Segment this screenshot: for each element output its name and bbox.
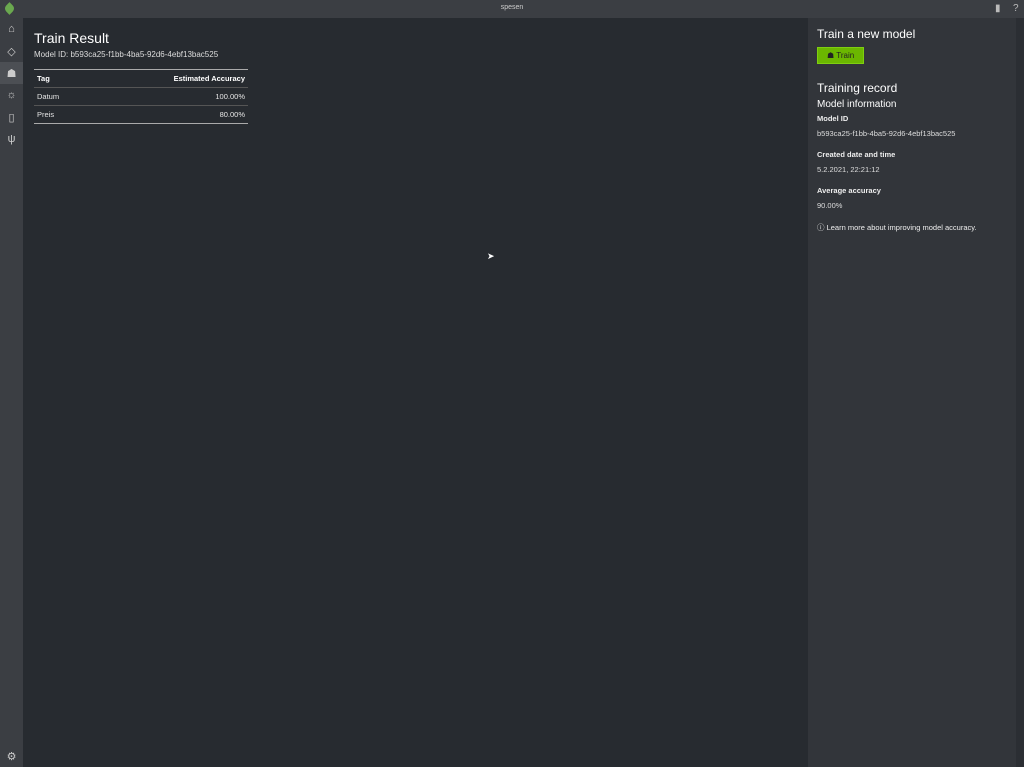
nav-home[interactable]: ⌂ <box>0 18 23 40</box>
home-icon: ⌂ <box>8 23 15 35</box>
model-information-heading: Model information <box>817 99 897 110</box>
model-id-value: b593ca25-f1bb-4ba5-92d6-4ebf13bac525 <box>817 129 956 138</box>
model-id: Model ID: b593ca25-f1bb-4ba5-92d6-4ebf13… <box>34 50 219 59</box>
average-accuracy-value: 90.00% <box>817 201 843 210</box>
window-title: spesen <box>500 4 524 11</box>
train-icon: ☗ <box>827 51 837 60</box>
column-header-accuracy: Estimated Accuracy <box>90 69 248 88</box>
train-button[interactable]: ☗ Train <box>817 47 865 64</box>
train-icon: ☗ <box>6 67 17 80</box>
accuracy-table: Tag Estimated Accuracy Datum 100.00% Preis… <box>34 69 248 124</box>
tag-cell: Preis <box>37 110 55 119</box>
lightbulb-icon: ☼ <box>6 89 17 101</box>
panel-scrollbar[interactable] <box>1016 18 1024 767</box>
title-bar: spesen ▮ ? <box>0 0 1024 18</box>
column-header-tag: Tag <box>34 69 91 88</box>
keyboard-shortcuts-icon[interactable]: ▮ <box>995 3 1001 14</box>
table-row: Datum 100.00% <box>34 87 248 106</box>
table-row: Preis 80.00% <box>34 106 248 124</box>
right-panel: Train a new model ☗ Train Training recor… <box>808 18 1016 767</box>
learn-more-link[interactable]: ⓘ Learn more about improving model accur… <box>817 222 1007 233</box>
train-new-model-heading: Train a new model <box>817 27 916 41</box>
nav-settings[interactable]: ⚙ <box>0 745 23 767</box>
plug-icon: ψ <box>7 133 16 145</box>
created-value: 5.2.2021, 22:21:12 <box>817 165 880 174</box>
page-title: Train Result <box>34 30 109 46</box>
accuracy-cell: 80.00% <box>219 110 245 119</box>
training-record-heading: Training record <box>817 81 898 95</box>
nav-compose[interactable]: ▯ <box>0 106 23 128</box>
average-accuracy-label: Average accuracy <box>817 186 881 195</box>
created-label: Created date and time <box>817 150 896 159</box>
tag-icon: ◇ <box>7 45 16 58</box>
nav-train[interactable]: ☗ <box>0 62 23 84</box>
accuracy-cell: 100.00% <box>90 87 248 106</box>
info-icon: ⓘ <box>817 223 827 232</box>
learn-more-text: Learn more about improving model accurac… <box>826 223 977 232</box>
nav-connections[interactable]: ψ <box>0 128 23 150</box>
train-button-label: Train <box>836 51 855 60</box>
sidebar: ⌂ ◇ ☗ ☼ ▯ ψ ⚙ <box>0 18 23 767</box>
model-id-label: Model ID <box>817 114 849 123</box>
help-icon[interactable]: ? <box>1013 3 1019 14</box>
nav-analyze[interactable]: ☼ <box>0 84 23 106</box>
main-content: Train Result Model ID: b593ca25-f1bb-4ba… <box>23 18 808 767</box>
gear-icon: ⚙ <box>6 750 17 763</box>
mouse-cursor-icon: ➤ <box>487 251 495 261</box>
document-icon: ▯ <box>8 111 15 124</box>
tag-cell: Datum <box>34 87 91 106</box>
nav-tags[interactable]: ◇ <box>0 40 23 62</box>
